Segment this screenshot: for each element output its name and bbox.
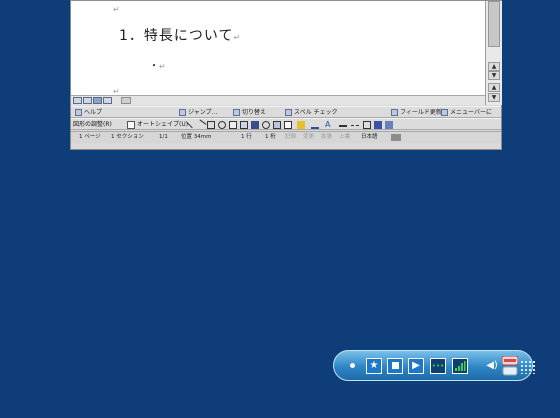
document-area[interactable]: ↵ 1．特長について↵ ・↵ ↵ xyxy=(71,1,485,95)
line-color-icon[interactable] xyxy=(311,121,319,129)
jump-icon xyxy=(179,109,186,116)
stop-icon xyxy=(391,361,399,369)
scroll-up-icon[interactable]: ▲ xyxy=(488,62,500,71)
jump-button[interactable]: ジャンプ... xyxy=(179,108,217,117)
grip-icon[interactable] xyxy=(520,360,536,374)
clipart-icon[interactable] xyxy=(262,121,270,129)
dash-style-icon[interactable] xyxy=(351,125,359,128)
web-view-icon[interactable] xyxy=(83,97,92,104)
dot-icon[interactable] xyxy=(350,363,355,368)
bullet-item: ・↵ xyxy=(149,61,166,72)
status-line: 1 行 xyxy=(241,134,252,140)
vertical-scrollbar[interactable]: ▲ ▼ ▲ ▼ xyxy=(485,1,502,105)
textbox-icon[interactable] xyxy=(229,121,237,129)
status-column: 1 桁 xyxy=(265,134,276,140)
3d-icon[interactable] xyxy=(385,121,393,129)
diagram-icon[interactable] xyxy=(251,121,259,129)
field-update-icon xyxy=(391,109,398,116)
switch-button[interactable]: 切り替え xyxy=(233,108,266,117)
sound-meter-icon: ••• xyxy=(431,362,445,370)
status-bar: 1 ページ 1 セクション 1/1 位置 34mm 1 行 1 桁 記録 変更 … xyxy=(71,131,501,143)
play-button[interactable]: ▶ xyxy=(408,358,424,374)
heading-text: 1．特長について↵ xyxy=(119,28,242,44)
next-page-icon[interactable]: ▼ xyxy=(488,93,500,102)
print-view-icon[interactable] xyxy=(93,97,102,104)
select-objects-icon[interactable] xyxy=(127,121,135,129)
menubar-button[interactable]: メニューバーに xyxy=(441,108,492,117)
status-section: 1 セクション xyxy=(111,134,144,140)
drawing-toolbar: 図形の調整(R) オートシェイプ(U) A xyxy=(71,118,501,131)
image-icon[interactable] xyxy=(284,121,292,129)
speaker-icon[interactable]: ◀) xyxy=(484,358,500,374)
outline-view-icon[interactable] xyxy=(103,97,112,104)
spelling-status-icon[interactable] xyxy=(391,134,401,141)
word-window: ↵ 1．特長について↵ ・↵ ↵ ▲ ▼ ▲ ▼ ヘルプ ジャンプ... 切り替… xyxy=(70,0,502,150)
star-button[interactable]: ★ xyxy=(366,358,382,374)
web-toolbar: ヘルプ ジャンプ... 切り替え スペル チェック フィールド更新 メニューバー… xyxy=(71,106,501,118)
fill-color-icon[interactable] xyxy=(297,121,305,129)
draw-menu-button[interactable]: 図形の調整(R) xyxy=(73,120,112,129)
status-ext[interactable]: 拡張 xyxy=(321,132,332,143)
status-page-of: 1/1 xyxy=(159,134,168,140)
oval-icon[interactable] xyxy=(218,121,226,129)
signal-icon xyxy=(455,361,466,371)
spellcheck-icon xyxy=(285,109,292,116)
prev-page-icon[interactable]: ▲ xyxy=(488,83,500,92)
horizontal-scrollbar[interactable] xyxy=(71,95,485,105)
autoshape-menu-button[interactable]: オートシェイプ(U) xyxy=(137,120,188,129)
scroll-thumb[interactable] xyxy=(488,1,500,47)
paragraph-mark: ↵ xyxy=(113,87,120,95)
arrow-icon[interactable] xyxy=(195,119,207,131)
status-trk[interactable]: 変更 xyxy=(303,132,314,143)
shadow-icon[interactable] xyxy=(374,121,382,129)
status-page: 1 ページ xyxy=(79,134,101,140)
stop-button[interactable] xyxy=(387,358,403,374)
wordart-icon[interactable] xyxy=(240,121,248,129)
scroll-down-icon[interactable]: ▼ xyxy=(488,71,500,80)
arrow-style-icon[interactable] xyxy=(363,121,371,129)
picture-icon[interactable] xyxy=(273,121,281,129)
font-color-icon[interactable]: A xyxy=(325,121,333,129)
status-ovr[interactable]: 上書 xyxy=(339,132,350,143)
field-update-button[interactable]: フィールド更新 xyxy=(391,108,442,117)
media-control-bar: ★ ▶ ••• ◀) xyxy=(333,350,536,381)
help-button[interactable]: ヘルプ xyxy=(75,108,102,117)
rectangle-icon[interactable] xyxy=(207,121,215,129)
status-position: 位置 34mm xyxy=(181,134,212,140)
star-icon: ★ xyxy=(369,360,379,371)
spellcheck-button[interactable]: スペル チェック xyxy=(285,108,338,117)
status-language: 日本語 xyxy=(361,134,378,140)
play-icon: ▶ xyxy=(412,360,420,371)
line-style-icon[interactable] xyxy=(339,125,347,128)
scroll-thumb[interactable] xyxy=(121,97,131,104)
keyboard-icon[interactable] xyxy=(501,355,519,377)
paragraph-mark: ↵ xyxy=(113,5,120,14)
normal-view-icon[interactable] xyxy=(73,97,82,104)
status-rec[interactable]: 記録 xyxy=(285,132,296,143)
sound-meter-button[interactable]: ••• xyxy=(430,358,446,374)
signal-button[interactable] xyxy=(452,358,468,374)
help-icon xyxy=(75,109,82,116)
menubar-icon xyxy=(441,109,448,116)
switch-icon xyxy=(233,109,240,116)
